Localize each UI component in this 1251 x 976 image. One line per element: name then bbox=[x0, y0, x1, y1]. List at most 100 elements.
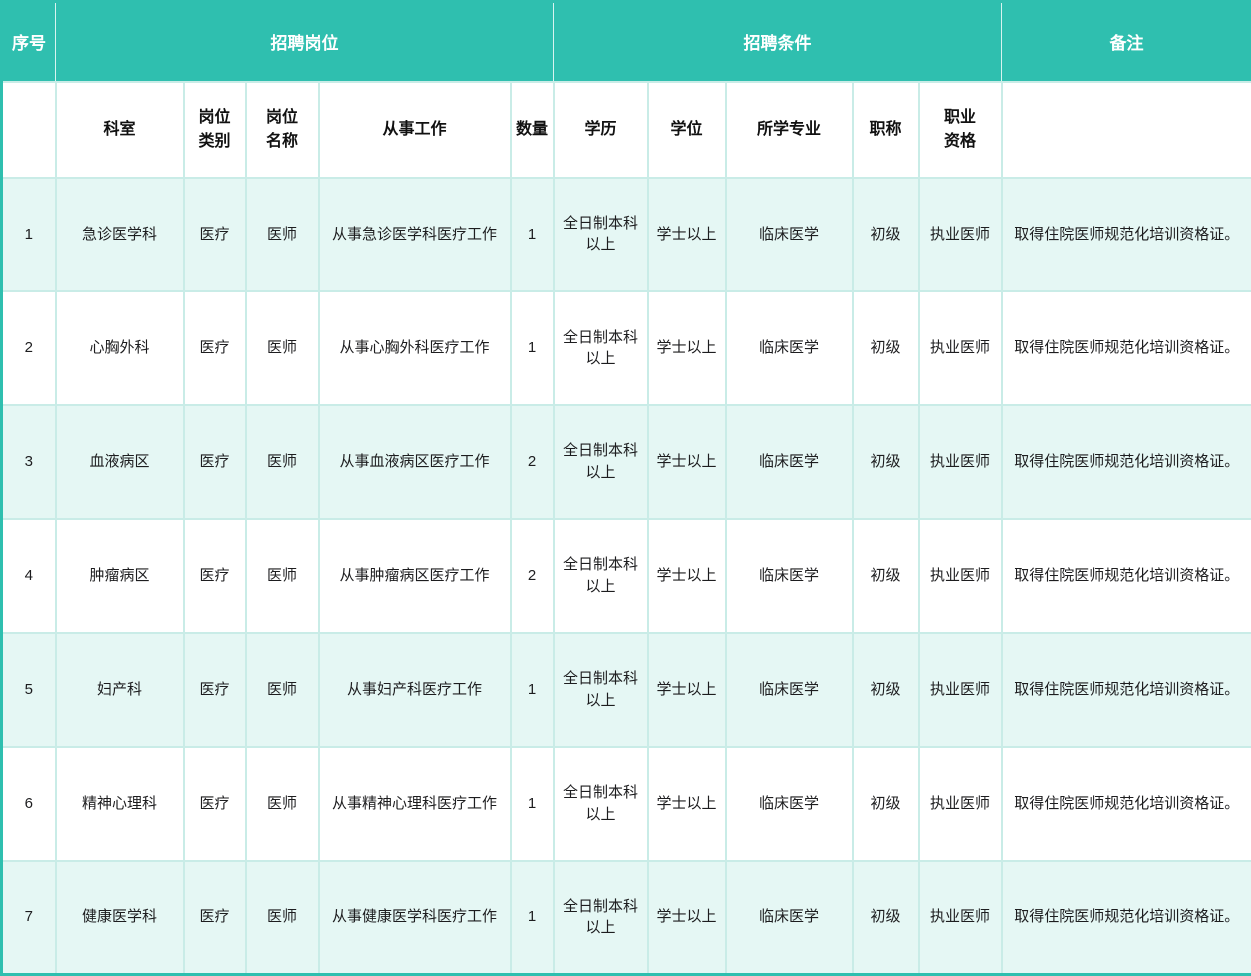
cell-job-duty: 从事心胸外科医疗工作 bbox=[319, 291, 511, 405]
cell-professional-title: 初级 bbox=[853, 633, 919, 747]
cell-qualification: 执业医师 bbox=[919, 861, 1002, 975]
cell-qualification: 执业医师 bbox=[919, 519, 1002, 633]
subheader-quantity: 数量 bbox=[511, 82, 554, 178]
cell-major: 临床医学 bbox=[726, 633, 853, 747]
cell-qualification: 执业医师 bbox=[919, 405, 1002, 519]
subheader-remark-empty bbox=[1002, 82, 1251, 178]
cell-professional-title: 初级 bbox=[853, 519, 919, 633]
cell-serial: 1 bbox=[2, 178, 56, 292]
cell-position-name: 医师 bbox=[246, 861, 319, 975]
cell-position-name: 医师 bbox=[246, 178, 319, 292]
cell-position-name: 医师 bbox=[246, 519, 319, 633]
cell-education: 全日制本科 以上 bbox=[554, 405, 648, 519]
cell-professional-title: 初级 bbox=[853, 405, 919, 519]
cell-position-name: 医师 bbox=[246, 405, 319, 519]
cell-job-duty: 从事妇产科医疗工作 bbox=[319, 633, 511, 747]
cell-degree: 学士以上 bbox=[648, 519, 726, 633]
cell-quantity: 1 bbox=[511, 861, 554, 975]
cell-education: 全日制本科 以上 bbox=[554, 633, 648, 747]
cell-department: 血液病区 bbox=[56, 405, 184, 519]
header-remark: 备注 bbox=[1002, 2, 1251, 82]
cell-degree: 学士以上 bbox=[648, 633, 726, 747]
cell-major: 临床医学 bbox=[726, 291, 853, 405]
header-position-group: 招聘岗位 bbox=[56, 2, 554, 82]
subheader-qualification: 职业 资格 bbox=[919, 82, 1002, 178]
cell-major: 临床医学 bbox=[726, 747, 853, 861]
cell-serial: 6 bbox=[2, 747, 56, 861]
table-row: 7健康医学科医疗医师从事健康医学科医疗工作1全日制本科 以上学士以上临床医学初级… bbox=[2, 861, 1251, 975]
table-row: 3血液病区医疗医师从事血液病区医疗工作2全日制本科 以上学士以上临床医学初级执业… bbox=[2, 405, 1251, 519]
cell-department: 精神心理科 bbox=[56, 747, 184, 861]
table-row: 1急诊医学科医疗医师从事急诊医学科医疗工作1全日制本科 以上学士以上临床医学初级… bbox=[2, 178, 1251, 292]
cell-quantity: 2 bbox=[511, 405, 554, 519]
cell-professional-title: 初级 bbox=[853, 861, 919, 975]
cell-qualification: 执业医师 bbox=[919, 747, 1002, 861]
cell-job-duty: 从事急诊医学科医疗工作 bbox=[319, 178, 511, 292]
cell-position-name: 医师 bbox=[246, 291, 319, 405]
cell-remark: 取得住院医师规范化培训资格证。 bbox=[1002, 861, 1251, 975]
subheader-row: 科室 岗位 类别 岗位 名称 从事工作 数量 学历 学位 所学专业 职称 职业 … bbox=[2, 82, 1251, 178]
subheader-major: 所学专业 bbox=[726, 82, 853, 178]
cell-position-category: 医疗 bbox=[184, 861, 246, 975]
cell-quantity: 1 bbox=[511, 633, 554, 747]
subheader-degree: 学位 bbox=[648, 82, 726, 178]
subheader-department: 科室 bbox=[56, 82, 184, 178]
table-row: 2心胸外科医疗医师从事心胸外科医疗工作1全日制本科 以上学士以上临床医学初级执业… bbox=[2, 291, 1251, 405]
cell-remark: 取得住院医师规范化培训资格证。 bbox=[1002, 747, 1251, 861]
cell-qualification: 执业医师 bbox=[919, 633, 1002, 747]
cell-quantity: 1 bbox=[511, 747, 554, 861]
cell-position-category: 医疗 bbox=[184, 178, 246, 292]
cell-serial: 5 bbox=[2, 633, 56, 747]
recruitment-table: 序号 招聘岗位 招聘条件 备注 科室 岗位 类别 岗位 名称 从事工作 数量 学… bbox=[0, 0, 1251, 976]
cell-position-category: 医疗 bbox=[184, 291, 246, 405]
cell-remark: 取得住院医师规范化培训资格证。 bbox=[1002, 291, 1251, 405]
cell-qualification: 执业医师 bbox=[919, 291, 1002, 405]
cell-job-duty: 从事肿瘤病区医疗工作 bbox=[319, 519, 511, 633]
cell-quantity: 2 bbox=[511, 519, 554, 633]
cell-major: 临床医学 bbox=[726, 519, 853, 633]
cell-serial: 3 bbox=[2, 405, 56, 519]
cell-position-category: 医疗 bbox=[184, 747, 246, 861]
cell-serial: 4 bbox=[2, 519, 56, 633]
cell-position-category: 医疗 bbox=[184, 519, 246, 633]
cell-education: 全日制本科 以上 bbox=[554, 747, 648, 861]
cell-professional-title: 初级 bbox=[853, 291, 919, 405]
cell-degree: 学士以上 bbox=[648, 861, 726, 975]
table-body: 1急诊医学科医疗医师从事急诊医学科医疗工作1全日制本科 以上学士以上临床医学初级… bbox=[2, 178, 1251, 975]
subheader-position: 岗位 名称 bbox=[246, 82, 319, 178]
table-row: 6精神心理科医疗医师从事精神心理科医疗工作1全日制本科 以上学士以上临床医学初级… bbox=[2, 747, 1251, 861]
cell-education: 全日制本科 以上 bbox=[554, 519, 648, 633]
header-group-row: 序号 招聘岗位 招聘条件 备注 bbox=[2, 2, 1251, 82]
cell-serial: 7 bbox=[2, 861, 56, 975]
cell-department: 肿瘤病区 bbox=[56, 519, 184, 633]
cell-professional-title: 初级 bbox=[853, 747, 919, 861]
cell-remark: 取得住院医师规范化培训资格证。 bbox=[1002, 405, 1251, 519]
cell-remark: 取得住院医师规范化培训资格证。 bbox=[1002, 178, 1251, 292]
cell-department: 心胸外科 bbox=[56, 291, 184, 405]
cell-quantity: 1 bbox=[511, 178, 554, 292]
cell-position-name: 医师 bbox=[246, 747, 319, 861]
cell-education: 全日制本科 以上 bbox=[554, 291, 648, 405]
cell-major: 临床医学 bbox=[726, 405, 853, 519]
table-row: 4肿瘤病区医疗医师从事肿瘤病区医疗工作2全日制本科 以上学士以上临床医学初级执业… bbox=[2, 519, 1251, 633]
cell-qualification: 执业医师 bbox=[919, 178, 1002, 292]
cell-major: 临床医学 bbox=[726, 178, 853, 292]
cell-position-category: 医疗 bbox=[184, 633, 246, 747]
cell-serial: 2 bbox=[2, 291, 56, 405]
recruitment-page: 序号 招聘岗位 招聘条件 备注 科室 岗位 类别 岗位 名称 从事工作 数量 学… bbox=[0, 0, 1251, 976]
subheader-title: 职称 bbox=[853, 82, 919, 178]
header-condition-group: 招聘条件 bbox=[554, 2, 1002, 82]
cell-department: 健康医学科 bbox=[56, 861, 184, 975]
table-row: 5妇产科医疗医师从事妇产科医疗工作1全日制本科 以上学士以上临床医学初级执业医师… bbox=[2, 633, 1251, 747]
cell-degree: 学士以上 bbox=[648, 747, 726, 861]
subheader-category: 岗位 类别 bbox=[184, 82, 246, 178]
cell-degree: 学士以上 bbox=[648, 178, 726, 292]
table-header: 序号 招聘岗位 招聘条件 备注 科室 岗位 类别 岗位 名称 从事工作 数量 学… bbox=[2, 2, 1251, 178]
subheader-duty: 从事工作 bbox=[319, 82, 511, 178]
header-serial: 序号 bbox=[2, 2, 56, 82]
cell-job-duty: 从事健康医学科医疗工作 bbox=[319, 861, 511, 975]
cell-job-duty: 从事血液病区医疗工作 bbox=[319, 405, 511, 519]
cell-position-category: 医疗 bbox=[184, 405, 246, 519]
cell-position-name: 医师 bbox=[246, 633, 319, 747]
cell-professional-title: 初级 bbox=[853, 178, 919, 292]
